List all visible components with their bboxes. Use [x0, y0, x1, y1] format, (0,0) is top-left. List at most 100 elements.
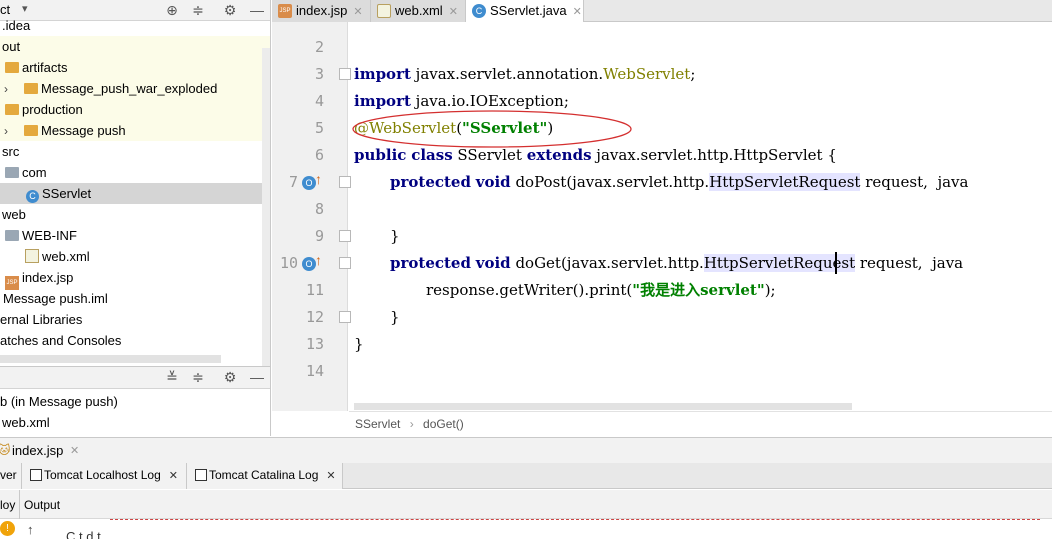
horizontal-scrollbar[interactable]	[0, 355, 221, 363]
run-file-label[interactable]: index.jsp	[12, 443, 63, 458]
code-line-7: protected void doPost(javax.servlet.http…	[390, 169, 968, 196]
close-icon[interactable]: ✕	[326, 470, 335, 482]
tab-index-jsp[interactable]: JSP index.jsp ✕	[272, 0, 371, 22]
java-class-icon: C	[26, 190, 39, 203]
vertical-scrollbar[interactable]	[262, 48, 270, 388]
line-number: 10	[279, 254, 298, 272]
tab-tomcat-catalina-log[interactable]: Tomcat Catalina Log ✕	[187, 463, 343, 489]
tree-item-label: out	[2, 39, 21, 54]
fold-marker-icon[interactable]	[339, 176, 351, 188]
close-icon[interactable]: ✕	[169, 470, 178, 482]
code-line-3: import javax.servlet.annotation.WebServl…	[354, 61, 695, 88]
tree-item-web-xml[interactable]: web.xml	[0, 246, 270, 267]
up-arrow-icon[interactable]: ↑	[315, 171, 322, 187]
tree-item-sservlet[interactable]: C SServlet	[0, 183, 270, 204]
hide-icon[interactable]: —	[249, 369, 265, 385]
structure-panel-header: ≚ ≑ ⚙ —	[0, 366, 270, 389]
string-literal: "我是进入servlet"	[632, 281, 765, 299]
tree-item-label: Message push	[41, 123, 126, 138]
tab-server[interactable]: ver	[0, 463, 22, 489]
services-tab-bar: ver Tomcat Localhost Log ✕ Tomcat Catalin…	[0, 463, 1052, 489]
highlighted-type: HttpServletRequest	[703, 254, 856, 272]
line-number: 2	[314, 38, 324, 56]
tree-item-index-jsp[interactable]: JSP index.jsp	[0, 267, 270, 290]
close-icon[interactable]: ✕	[449, 6, 458, 18]
keyword: void	[475, 254, 511, 272]
highlighted-type: HttpServletRequest	[709, 173, 861, 191]
up-arrow-icon[interactable]: ↑	[315, 252, 322, 268]
keyword: import	[354, 65, 411, 83]
tree-item-message-push[interactable]: › Message push	[0, 120, 270, 142]
output-console[interactable]: ! ↑ C t d t	[0, 519, 1052, 539]
divider	[19, 490, 20, 519]
tree-item-com[interactable]: com	[0, 162, 270, 183]
editor-horizontal-scrollbar[interactable]	[354, 403, 852, 410]
fold-marker-icon[interactable]	[339, 257, 351, 269]
java-class-icon: C	[472, 4, 486, 18]
breadcrumb-method[interactable]: doGet()	[423, 417, 464, 431]
line-number: 3	[314, 65, 324, 83]
tab-label: Tomcat Catalina Log	[209, 468, 319, 482]
folder-icon	[5, 230, 19, 241]
tree-item-scratches[interactable]: atches and Consoles	[0, 330, 270, 351]
error-underline	[110, 519, 1040, 521]
folder-icon	[24, 125, 38, 136]
expand-all-icon[interactable]: ≚	[164, 369, 180, 385]
line-number: 6	[314, 146, 324, 164]
override-method-icon[interactable]: O	[302, 257, 316, 271]
tree-item-idea[interactable]: .idea	[0, 15, 270, 36]
expand-arrow-icon[interactable]: ›	[4, 121, 16, 142]
tab-web-xml[interactable]: web.xml ✕	[371, 0, 466, 22]
line-number: 5	[314, 119, 324, 137]
tree-item-label: web	[2, 207, 26, 222]
tree-item-src[interactable]: src	[0, 141, 270, 162]
tree-item-production[interactable]: production	[0, 99, 270, 120]
fold-marker-icon[interactable]	[339, 311, 351, 323]
tree-item-label: WEB-INF	[22, 228, 77, 243]
tree-item-external-libraries[interactable]: ernal Libraries	[0, 309, 270, 330]
tree-item-label: Message push.iml	[3, 291, 108, 306]
tree-item-war-exploded[interactable]: › Message_push_war_exploded	[0, 78, 270, 100]
jsp-file-icon: JSP	[278, 4, 292, 18]
close-icon[interactable]: ✕	[353, 6, 362, 18]
tree-item-out[interactable]: out	[0, 36, 270, 57]
output-title: Output	[24, 498, 61, 512]
code-line-11: response.getWriter().print("我是进入servlet"…	[426, 277, 776, 304]
line-number: 13	[305, 335, 324, 353]
run-config-bar: 🐱 index.jsp ✕	[0, 437, 1052, 463]
override-method-icon[interactable]: O	[302, 176, 316, 190]
cut-off-line-1: package ;	[354, 22, 474, 30]
tree-item-web[interactable]: web	[0, 204, 270, 225]
expand-arrow-icon[interactable]: ›	[4, 79, 16, 100]
code-text: );	[764, 281, 776, 299]
tree-item-artifacts[interactable]: artifacts	[0, 57, 270, 78]
fold-marker-icon[interactable]	[339, 68, 351, 80]
annotation-name: WebServlet	[603, 65, 691, 83]
tree-item-web-inf[interactable]: WEB-INF	[0, 225, 270, 246]
tree-item-label: web.xml	[42, 249, 90, 264]
code-text: request, java	[855, 254, 964, 272]
structure-item-web-xml[interactable]: web.xml	[0, 412, 270, 433]
tree-item-label: index.jsp	[22, 270, 74, 285]
dropdown-arrow-icon[interactable]: ▾	[22, 2, 28, 15]
breadcrumb-class[interactable]: SServlet	[355, 417, 400, 431]
tree-item-label: artifacts	[22, 60, 68, 75]
line-number: 14	[305, 362, 324, 380]
line-number: 9	[314, 227, 324, 245]
structure-item-web[interactable]: b (in Message push)	[0, 391, 270, 412]
tree-item-iml[interactable]: Message push.iml	[0, 288, 270, 309]
log-file-icon	[30, 469, 42, 481]
line-number: 7	[288, 173, 298, 191]
close-icon[interactable]: ✕	[70, 444, 79, 457]
line-number: 11	[305, 281, 324, 299]
tab-sservlet-java[interactable]: C SServlet.java ✕	[466, 0, 584, 23]
close-icon[interactable]: ✕	[573, 6, 582, 18]
tab-tomcat-localhost-log[interactable]: Tomcat Localhost Log ✕	[22, 463, 187, 489]
scroll-up-icon[interactable]: ↑	[27, 522, 34, 537]
tree-item-label: src	[2, 144, 20, 159]
collapse-all-icon[interactable]: ≑	[190, 369, 206, 385]
folder-icon	[5, 104, 19, 115]
fold-marker-icon[interactable]	[339, 230, 351, 242]
tree-item-label: ernal Libraries	[0, 312, 83, 327]
gear-icon[interactable]: ⚙	[222, 369, 238, 385]
